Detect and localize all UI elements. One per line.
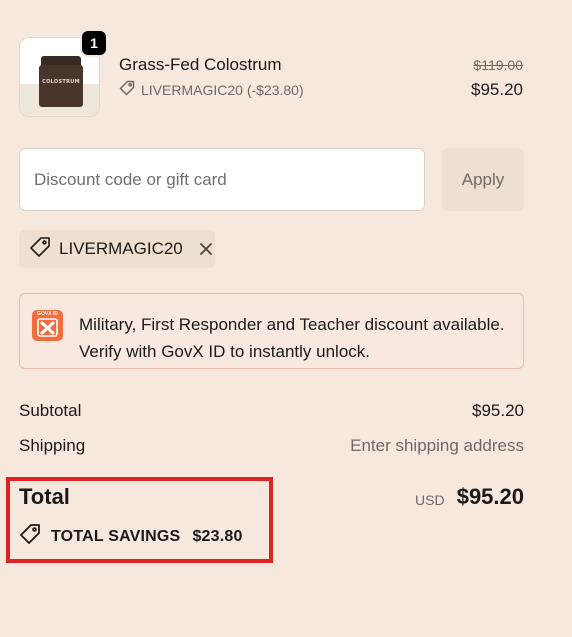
product-name: Grass-Fed Colostrum (119, 55, 282, 74)
subtotal-label: Subtotal (19, 401, 82, 420)
shipping-value: Enter shipping address (350, 436, 524, 455)
jar-body: COLOSTRUM (39, 65, 83, 107)
currency-label: USD (415, 492, 445, 508)
govx-line-2: Verify with GovX ID to instantly unlock. (79, 342, 371, 361)
subtotal-value: $95.20 (472, 401, 524, 420)
tag-icon (119, 80, 135, 99)
savings-amount: $23.80 (192, 527, 243, 545)
apply-button[interactable]: Apply (442, 148, 524, 211)
quantity-badge: 1 (80, 29, 108, 57)
total-label: Total (19, 484, 70, 509)
jar-label: COLOSTRUM (42, 79, 80, 85)
govx-line-1: Military, First Responder and Teacher di… (79, 315, 505, 334)
discount-code-input[interactable] (19, 148, 425, 211)
product-discount-line: LIVERMAGIC20 (-$23.80) (119, 80, 304, 99)
savings-label: TOTAL SAVINGS (51, 527, 181, 545)
tag-icon (29, 236, 51, 263)
shipping-label: Shipping (19, 436, 86, 455)
applied-code-chip: LIVERMAGIC20 (19, 230, 215, 268)
govx-banner[interactable]: GOVX ID Military, First Responder and Te… (19, 293, 524, 369)
govx-message: Military, First Responder and Teacher di… (79, 311, 505, 365)
total-savings: TOTAL SAVINGS $23.80 (19, 523, 243, 550)
savings-tag-icon (19, 523, 41, 550)
product-discount-text: LIVERMAGIC20 (-$23.80) (141, 81, 304, 98)
original-price: $119.00 (473, 57, 523, 73)
total-amount: $95.20 (456, 484, 524, 509)
applied-code-label: LIVERMAGIC20 (59, 239, 183, 258)
govx-logo: GOVX ID (32, 310, 63, 341)
close-icon[interactable] (199, 242, 213, 256)
discounted-price: $95.20 (471, 80, 523, 99)
